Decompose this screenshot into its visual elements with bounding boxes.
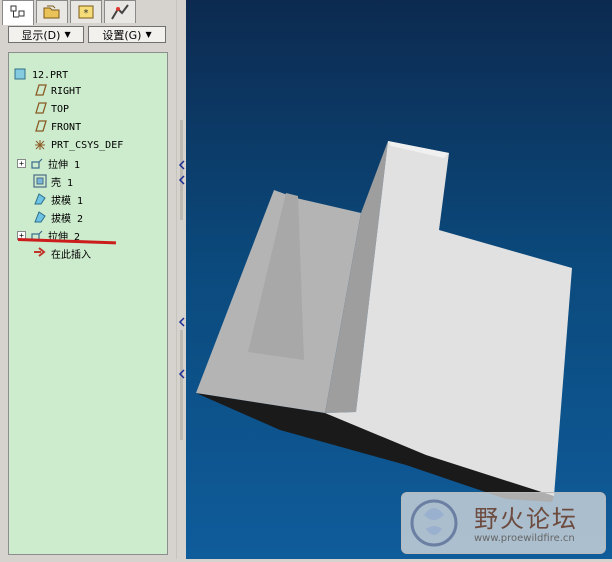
tree-root[interactable]: 12.PRT: [14, 67, 68, 83]
tree-root-label: 12.PRT: [32, 69, 69, 81]
tree-item-shell-1[interactable]: 壳 1: [33, 173, 73, 189]
favorites-icon: *: [78, 5, 94, 19]
watermark: 野火论坛 www.proewildfire.cn: [401, 492, 606, 554]
tree-item-label: TOP: [51, 103, 70, 115]
settings-menu-label: 设置(G): [102, 28, 142, 42]
tab-favorites[interactable]: *: [70, 0, 102, 23]
tree-item-label: FRONT: [51, 121, 82, 133]
model-tree: 12.PRT RIGHT TOP FRONT PRT_CSYS_DEF + 拉伸…: [8, 52, 168, 555]
svg-text:*: *: [84, 8, 89, 19]
datum-plane-icon: [33, 102, 47, 116]
tree-item-label: 壳 1: [51, 177, 74, 189]
watermark-title: 野火论坛: [474, 505, 578, 533]
dropdown-arrow-icon: ▼: [64, 30, 71, 39]
settings-menu-button[interactable]: 设置(G) ▼: [88, 26, 166, 43]
tree-item-right[interactable]: RIGHT: [33, 83, 81, 99]
tree-item-draft-1[interactable]: 拔模 1: [33, 191, 83, 207]
tree-item-label: 拉伸 1: [48, 159, 81, 171]
model-tree-panel: * 显示(D) ▼ 设置(G) ▼ 12.PRT RIGHT TOP FRONT…: [0, 0, 177, 559]
draft-icon: [33, 210, 47, 224]
show-menu-button[interactable]: 显示(D) ▼: [8, 26, 84, 43]
panel-tabs: *: [2, 0, 138, 25]
tree-item-extrude-1[interactable]: + 拉伸 1: [17, 155, 80, 171]
panel-menus: 显示(D) ▼ 设置(G) ▼: [8, 26, 166, 43]
extrude-icon: [30, 156, 44, 170]
model-tree-icon: [10, 5, 25, 18]
tree-item-label: 拔模 1: [51, 195, 84, 207]
tree-item-label: RIGHT: [51, 85, 82, 97]
tree-item-insert-here[interactable]: 在此插入: [33, 245, 91, 261]
part-icon: [14, 68, 28, 82]
datum-plane-icon: [33, 120, 47, 134]
shell-icon: [33, 174, 47, 188]
folder-icon: [43, 5, 60, 19]
coordinate-system-icon: [33, 138, 47, 152]
watermark-url: www.proewildfire.cn: [474, 533, 575, 544]
butterfly-logo-icon: [410, 499, 458, 547]
tree-item-prt-csys-def[interactable]: PRT_CSYS_DEF: [33, 137, 123, 153]
insert-here-arrow-icon: [33, 246, 47, 260]
draft-icon: [33, 192, 47, 206]
tree-item-draft-2[interactable]: 拔模 2: [33, 209, 83, 225]
graphics-viewport[interactable]: [186, 0, 612, 559]
expand-icon[interactable]: +: [17, 158, 26, 168]
tab-model-tree[interactable]: [2, 0, 34, 25]
tree-item-label: PRT_CSYS_DEF: [51, 139, 124, 151]
datum-plane-icon: [33, 84, 47, 98]
connections-icon: [111, 4, 129, 20]
tree-item-top[interactable]: TOP: [33, 101, 69, 117]
show-menu-label: 显示(D): [21, 28, 61, 42]
tree-item-label: 在此插入: [51, 249, 91, 261]
tree-item-label: 拔模 2: [51, 213, 84, 225]
tab-folder-browser[interactable]: [36, 0, 68, 23]
3d-model: [196, 141, 572, 502]
tree-item-front[interactable]: FRONT: [33, 119, 81, 135]
tab-connections[interactable]: [104, 0, 136, 23]
dropdown-arrow-icon: ▼: [145, 30, 152, 39]
